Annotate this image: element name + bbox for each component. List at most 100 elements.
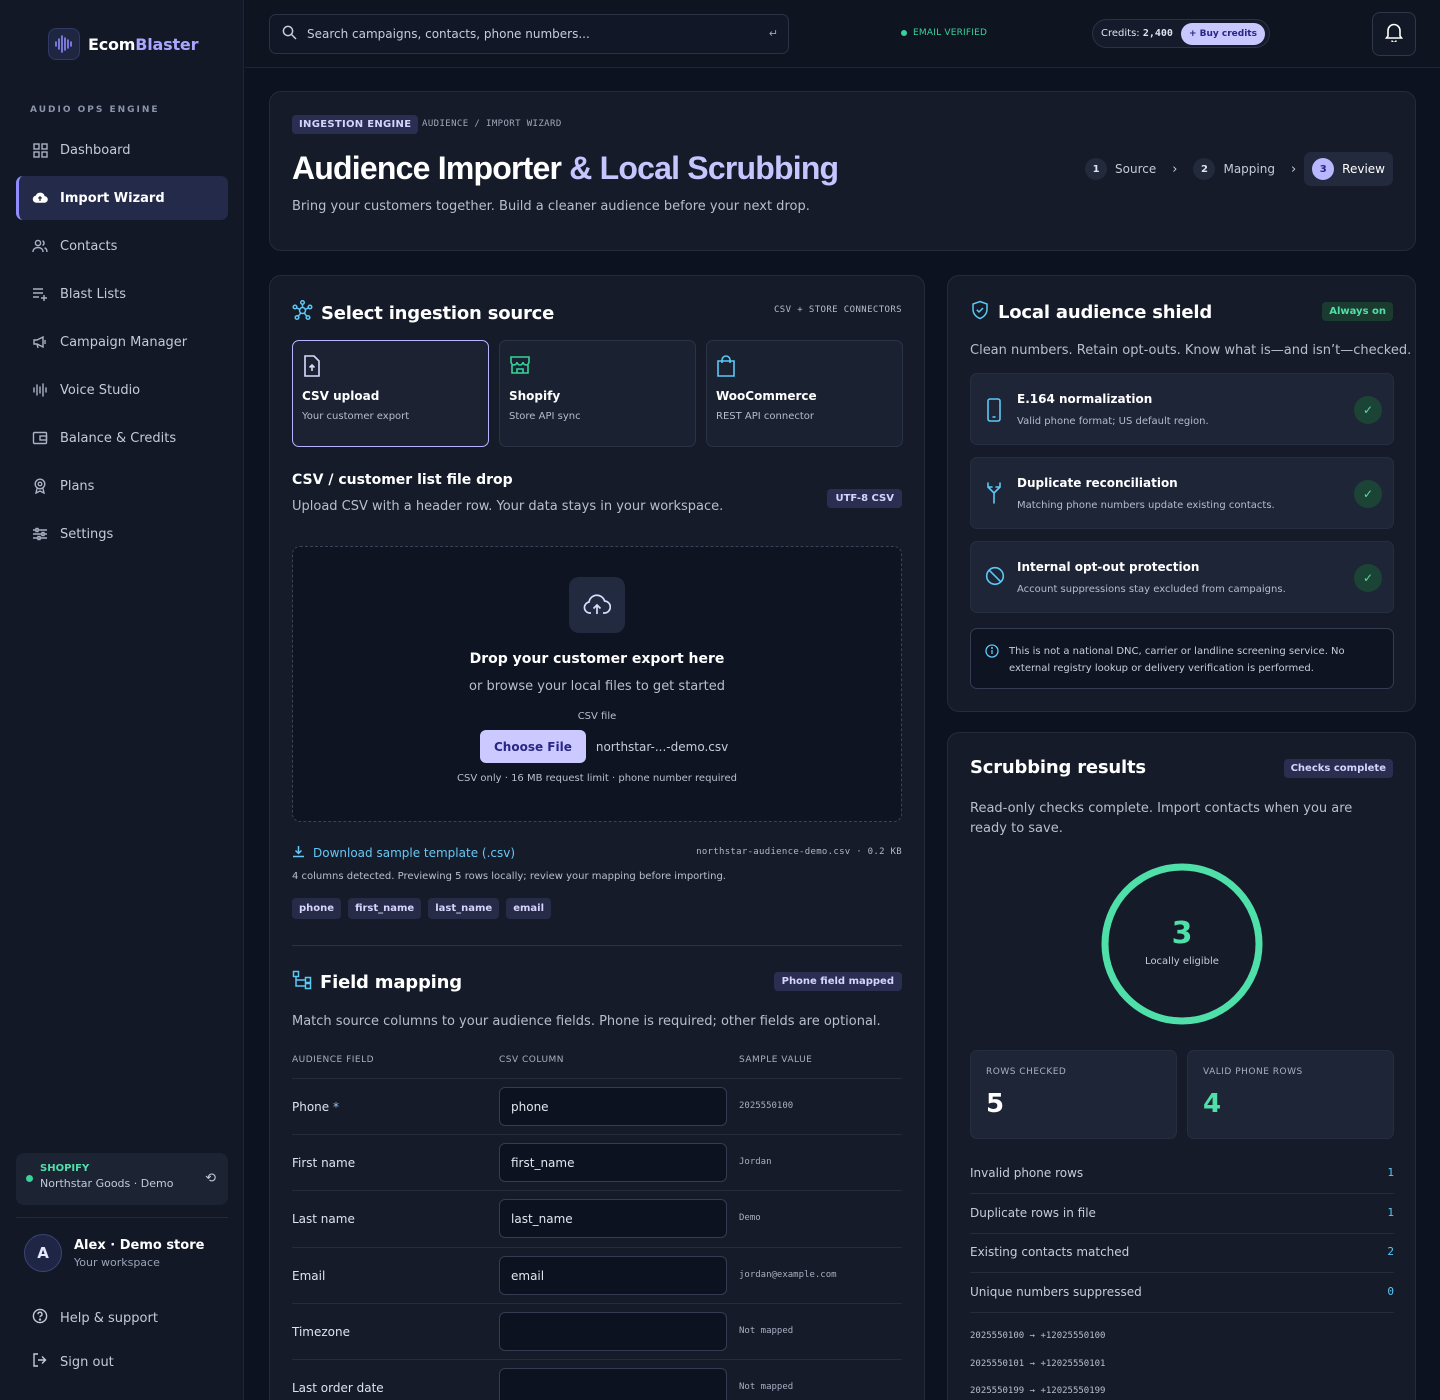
users-icon (32, 238, 48, 254)
source-card-woocommerce[interactable]: WooCommerce REST API connector (706, 340, 903, 447)
field-label: First name (292, 1156, 356, 1170)
email-verified-status: EMAIL VERIFIED (901, 28, 987, 38)
file-drop-title: CSV / customer list file drop (292, 472, 513, 488)
sidebar-item-dashboard[interactable]: Dashboard (16, 128, 228, 172)
drop-zone-sub: or browse your local files to get starte… (469, 679, 725, 694)
sample-value: Demo (739, 1213, 761, 1223)
status-dot (901, 30, 907, 36)
sidebar-item-voice-studio[interactable]: Voice Studio (16, 368, 228, 412)
result-row: Unique numbers suppressed 0 (970, 1273, 1394, 1313)
check-sub: Account suppressions stay excluded from … (1017, 584, 1286, 595)
file-input-label: CSV file (577, 711, 617, 722)
sidebar-item-label: Balance & Credits (60, 430, 177, 446)
chevron-right-icon: › (1172, 161, 1178, 177)
shield-desc: Clean numbers. Retain opt-outs. Know wha… (970, 343, 1412, 358)
sidebar-item-settings[interactable]: Settings (16, 512, 228, 556)
store-name: Northstar Goods · Demo (40, 1177, 174, 1190)
grid-icon (32, 142, 48, 158)
source-cards: CSV upload Your customer export Shopify … (292, 340, 903, 447)
source-card-shopify[interactable]: Shopify Store API sync (499, 340, 696, 447)
result-row: Existing contacts matched 2 (970, 1233, 1394, 1273)
buy-credits-button[interactable]: + Buy credits (1180, 22, 1265, 45)
page-subtitle: Bring your customers together. Build a c… (292, 199, 810, 214)
eligible-label: Locally eligible (1145, 956, 1219, 967)
bell-icon (1384, 22, 1404, 46)
source-card-csv[interactable]: CSV upload Your customer export (292, 340, 489, 447)
sync-icon[interactable]: ⟲ (205, 1171, 216, 1186)
sidebar-item-label: Import Wizard (60, 190, 165, 206)
connected-store-card[interactable]: SHOPIFY Northstar Goods · Demo ⟲ (16, 1153, 228, 1205)
brand-name: EcomBlaster (88, 34, 199, 54)
encoding-chip: UTF-8 CSV (827, 489, 902, 508)
step-mapping[interactable]: 2 Mapping (1185, 152, 1283, 186)
csv-column-input[interactable] (499, 1143, 727, 1182)
choose-file-button[interactable]: Choose File (480, 730, 586, 763)
help-circle-icon (32, 1308, 48, 1328)
mapping-row-last-name: Last name Demo (292, 1190, 902, 1246)
column-tag: email (506, 898, 552, 919)
column-tag: first_name (348, 898, 422, 919)
sidebar-item-label: Contacts (60, 238, 118, 254)
sign-out-label: Sign out (60, 1354, 114, 1370)
user-profile[interactable]: A Alex · Demo store Your workspace (24, 1234, 204, 1272)
check-passed-icon: ✓ (1354, 564, 1382, 592)
info-icon (985, 643, 999, 662)
ingestion-source-panel: Select ingestion source CSV + STORE CONN… (269, 275, 925, 1400)
credits-pill: Credits: 2,400 + Buy credits (1092, 19, 1270, 48)
result-value: 0 (1387, 1285, 1394, 1298)
always-on-badge: Always on (1322, 302, 1393, 321)
check-sub: Matching phone numbers update existing c… (1017, 500, 1275, 511)
ban-icon (985, 566, 1005, 590)
credits-value: 2,400 (1142, 28, 1173, 39)
source-meta: CSV + STORE CONNECTORS (773, 305, 902, 315)
sign-out-link[interactable]: Sign out (32, 1352, 114, 1372)
source-card-title: Shopify (509, 389, 561, 403)
drop-zone-title: Drop your customer export here (469, 651, 725, 667)
results-title: Scrubbing results (970, 757, 1146, 778)
source-card-sub: Store API sync (509, 411, 581, 422)
search-input[interactable] (307, 27, 747, 41)
mapping-row-last-order-date: Last order date Not mapped (292, 1359, 902, 1400)
stat-rows-checked: ROWS CHECKED 5 (970, 1050, 1177, 1139)
store-status-dot (26, 1175, 33, 1182)
file-drop-zone[interactable]: Drop your customer export here or browse… (292, 546, 902, 822)
sidebar-item-import-wizard[interactable]: Import Wizard (16, 176, 228, 220)
sidebar-item-contacts[interactable]: Contacts (16, 224, 228, 268)
sidebar-item-campaign-manager[interactable]: Campaign Manager (16, 320, 228, 364)
stat-valid-phone-rows: VALID PHONE ROWS 4 (1187, 1050, 1394, 1139)
user-name: Alex · Demo store (74, 1237, 205, 1253)
step-review[interactable]: 3 Review (1304, 152, 1393, 186)
csv-column-input[interactable] (499, 1199, 727, 1238)
brand-logo[interactable]: EcomBlaster (48, 28, 198, 60)
mapping-status-chip: Phone field mapped (773, 972, 902, 991)
csv-column-input[interactable] (499, 1256, 727, 1295)
column-tag: last_name (428, 898, 500, 919)
eligible-count: 3 (1171, 916, 1193, 951)
check-passed-icon: ✓ (1354, 396, 1382, 424)
field-label: Phone * (292, 1100, 339, 1114)
sidebar-item-balance-credits[interactable]: Balance & Credits (16, 416, 228, 460)
help-link[interactable]: Help & support (32, 1308, 158, 1328)
shield-title: Local audience shield (970, 300, 1212, 325)
mapping-row-email: Email jordan@example.com (292, 1247, 902, 1303)
download-template-link[interactable]: Download sample template (.csv) (292, 845, 515, 861)
csv-column-input[interactable] (499, 1368, 727, 1400)
search-bar[interactable]: ↵ (269, 14, 789, 54)
list-plus-icon (32, 286, 48, 302)
sidebar-item-blast-lists[interactable]: Blast Lists (16, 272, 228, 316)
sidebar-item-label: Campaign Manager (60, 334, 188, 350)
csv-column-input[interactable] (499, 1087, 727, 1126)
notifications-button[interactable] (1372, 12, 1416, 56)
sample-value: jordan@example.com (739, 1270, 837, 1280)
disclaimer-note: This is not a national DNC, carrier or l… (970, 628, 1394, 689)
mapping-row-phone: Phone * 2025550100 (292, 1078, 902, 1134)
csv-column-input[interactable] (499, 1312, 727, 1351)
disclaimer-text: This is not a national DNC, carrier or l… (1009, 646, 1345, 674)
sign-out-icon (32, 1352, 48, 1372)
file-input[interactable]: Choose File northstar-...-demo.csv (480, 730, 728, 763)
merge-icon (985, 482, 1003, 508)
sidebar-item-plans[interactable]: Plans (16, 464, 228, 508)
search-icon (282, 25, 297, 44)
column-header-sample: SAMPLE VALUE (739, 1055, 813, 1065)
step-source[interactable]: 1 Source (1077, 152, 1164, 186)
